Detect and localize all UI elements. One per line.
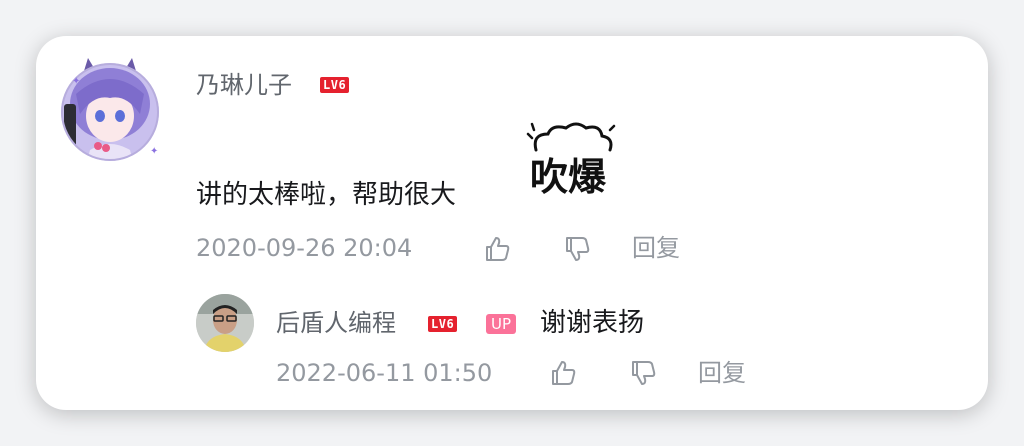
svg-text:✦: ✦ xyxy=(150,146,158,157)
sticker-text: 吹爆 xyxy=(530,155,607,199)
commenter-username[interactable]: 乃琳儿子 xyxy=(196,68,292,102)
reply-button[interactable]: 回复 xyxy=(698,358,746,388)
comment-timestamp: 2020-09-26 20:04 xyxy=(196,234,413,262)
sticker-emoji: 吹爆 xyxy=(526,120,616,210)
thumb-down-icon xyxy=(566,237,590,261)
comment-text: 讲的太棒啦，帮助很大 xyxy=(196,180,457,210)
commenter-avatar[interactable]: ✦ ✦ xyxy=(54,54,166,166)
replier-avatar[interactable] xyxy=(196,294,254,352)
thumb-down-icon xyxy=(632,361,656,385)
like-button[interactable] xyxy=(548,358,578,388)
comment-card: ✦ ✦ 乃琳儿子 LV6 讲的太棒啦，帮助很大 吹爆 2020-09-26 20… xyxy=(36,36,988,410)
dislike-button[interactable] xyxy=(628,358,658,388)
reply-text: 谢谢表扬 xyxy=(540,308,645,338)
up-badge: UP xyxy=(486,314,517,334)
thumb-up-icon xyxy=(552,361,576,385)
svg-text:✦: ✦ xyxy=(72,76,80,87)
replier-username[interactable]: 后盾人编程 xyxy=(276,306,396,340)
reply-timestamp: 2022-06-11 01:50 xyxy=(276,359,493,387)
level-badge: LV6 xyxy=(428,316,458,332)
reply-button[interactable]: 回复 xyxy=(632,233,680,263)
like-button[interactable] xyxy=(482,234,512,264)
level-badge: LV6 xyxy=(320,77,350,93)
thumb-up-icon xyxy=(486,237,510,261)
dislike-button[interactable] xyxy=(562,234,592,264)
